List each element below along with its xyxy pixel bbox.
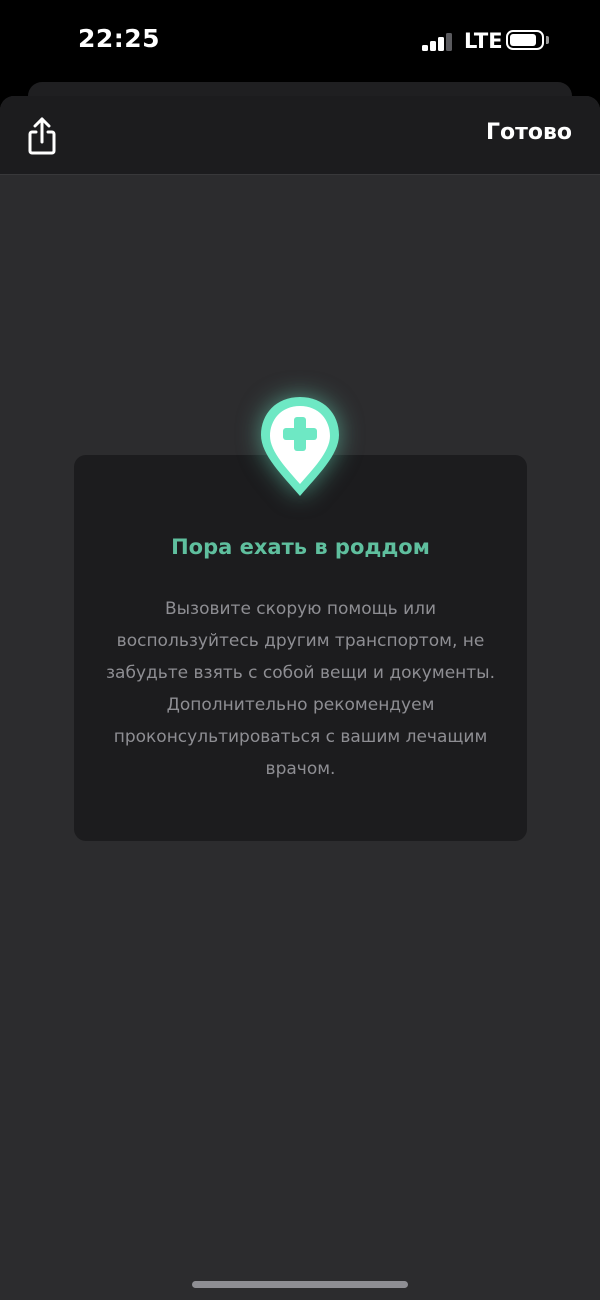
- navigation-bar: Готово: [0, 96, 600, 175]
- home-indicator[interactable]: [192, 1281, 408, 1288]
- signal-bar: [446, 33, 452, 51]
- status-time: 22:25: [78, 24, 161, 53]
- signal-bar: [430, 41, 436, 51]
- battery-level: [510, 34, 536, 46]
- card-description: Вызовите скорую помощь или воспользуйтес…: [106, 599, 495, 779]
- network-type: LTE: [464, 29, 503, 53]
- modal-sheet: Готово Пора ехать в роддом Вызовите скор…: [0, 96, 600, 1300]
- signal-bar: [438, 37, 444, 51]
- medical-location-pin-icon: [253, 392, 347, 510]
- info-card: Пора ехать в роддом Вызовите скорую помо…: [74, 455, 527, 841]
- done-button[interactable]: Готово: [486, 120, 572, 145]
- card-title: Пора ехать в роддом: [171, 535, 430, 559]
- status-bar: 22:25 LTE: [0, 0, 600, 82]
- share-icon: [28, 117, 56, 155]
- signal-bar: [422, 45, 428, 51]
- cellular-signal-icon: [422, 31, 454, 51]
- share-button[interactable]: [20, 114, 64, 158]
- battery-icon: [506, 30, 544, 50]
- battery-tip: [546, 36, 549, 44]
